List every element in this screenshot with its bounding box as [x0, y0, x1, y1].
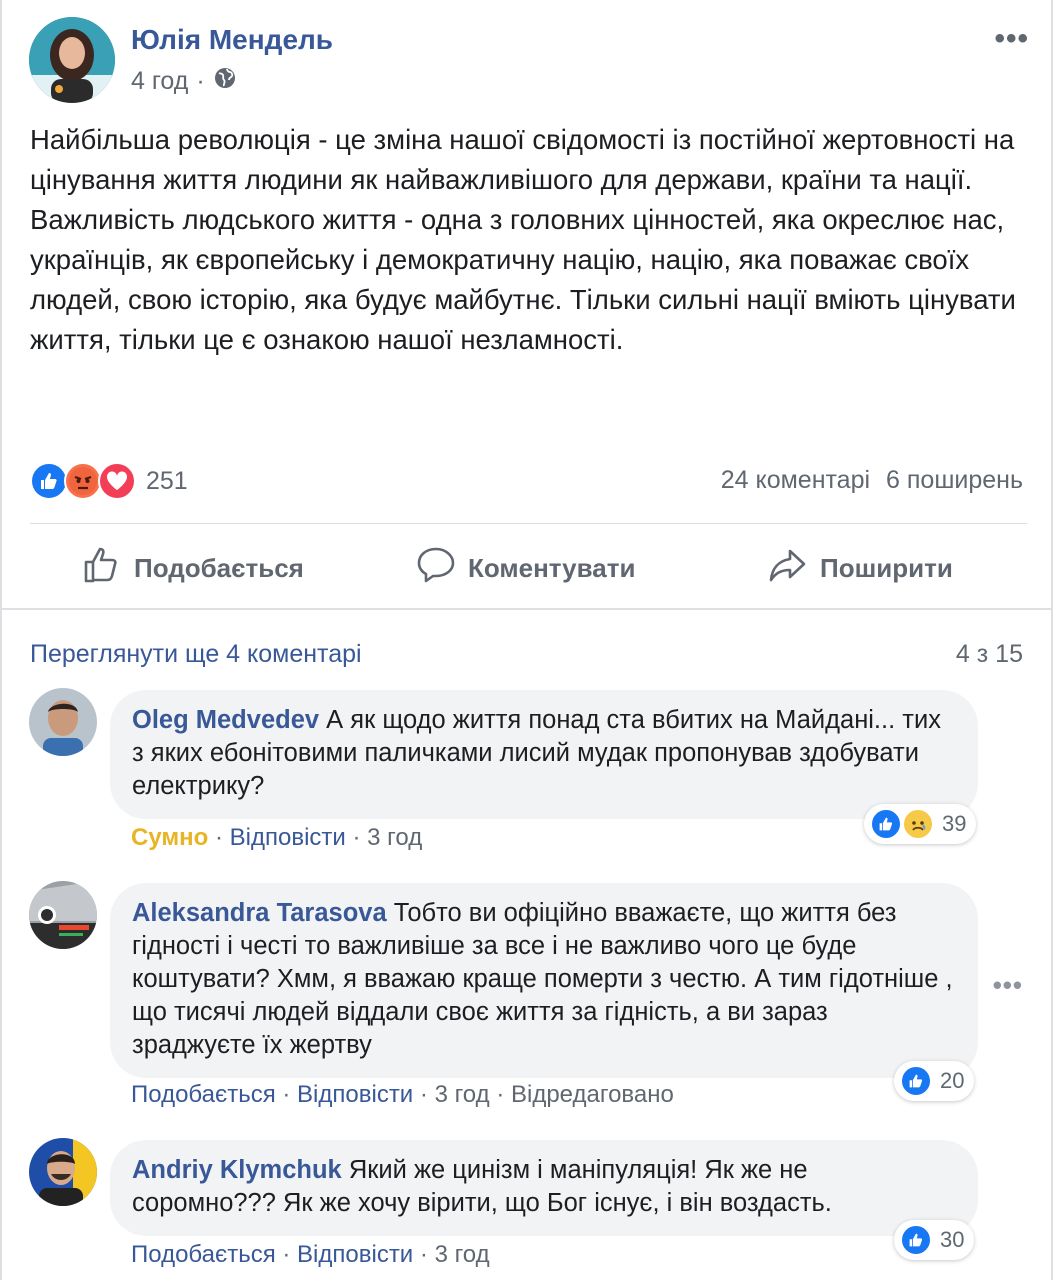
comment-reaction-count: 30 [940, 1227, 965, 1252]
post-paragraph: Важливість людського життя - одна з голо… [30, 204, 1016, 355]
post-card: Юлія Мендель 4 год · ••• Найбільша револ… [0, 0, 1053, 1280]
post-time[interactable]: 4 год [131, 67, 188, 96]
post-paragraph: Найбільша революція - це зміна нашої сві… [30, 124, 1015, 195]
comment-time[interactable]: 3 год [435, 1241, 490, 1268]
post-stats: 24 коментарі 6 поширень [721, 466, 1023, 495]
divider [30, 523, 1027, 524]
separator: · [419, 1241, 435, 1268]
comment-button[interactable]: Коментувати [416, 545, 635, 592]
reply-link[interactable]: Відповісти [297, 1081, 413, 1108]
commenter-avatar[interactable] [29, 881, 97, 949]
speech-bubble-icon [416, 545, 456, 592]
author-avatar[interactable] [29, 17, 115, 103]
comment-bubble: Aleksandra Tarasova Тобто ви офіційно вв… [110, 883, 978, 1078]
comment-actions: Сумно · Відповісти · 3 год [131, 824, 422, 852]
comments-pager: 4 з 15 [955, 640, 1023, 668]
edited-label[interactable]: Відредаговано [511, 1081, 674, 1108]
like-button[interactable]: Подобається [82, 545, 304, 592]
separator: · [352, 824, 368, 851]
post-text: Найбільша революція - це зміна нашої сві… [30, 120, 1030, 360]
comment-time[interactable]: 3 год [435, 1081, 490, 1108]
comment-actions: Подобається · Відповісти · 3 год [131, 1241, 490, 1269]
like-reaction-icon [900, 1065, 932, 1097]
commenter-name[interactable]: Andriy Klymchuk [132, 1156, 342, 1184]
comment-reactions[interactable]: 20 [894, 1061, 975, 1101]
reply-link[interactable]: Відповісти [230, 824, 346, 851]
separator: · [282, 1081, 298, 1108]
comment-bubble: Andriy Klymchuk Який же цинізм і маніпул… [110, 1140, 978, 1236]
separator: · [496, 1081, 511, 1108]
sad-reaction-icon [902, 808, 934, 840]
like-reaction-icon [870, 808, 902, 840]
reply-link[interactable]: Відповісти [297, 1241, 413, 1268]
comments-count[interactable]: 24 коментарі [721, 466, 870, 495]
love-reaction-icon [98, 462, 136, 500]
like-label: Подобається [134, 553, 304, 583]
commenter-name[interactable]: Aleksandra Tarasova [132, 899, 387, 927]
like-reaction-icon [900, 1224, 932, 1256]
comment-bubble: Oleg Medvedev А як щодо життя понад ста … [110, 690, 978, 819]
reactions-summary[interactable]: 251 [30, 462, 188, 500]
comment-reactions[interactable]: 39 [864, 804, 977, 844]
comment-reactions[interactable]: 30 [894, 1220, 975, 1260]
like-reaction-icon [30, 462, 68, 500]
view-more-comments-link[interactable]: Переглянути ще 4 коментарі [30, 640, 362, 669]
share-button[interactable]: Поширити [768, 545, 953, 592]
like-link[interactable]: Подобається [131, 1241, 276, 1268]
post-meta: 4 год · [131, 66, 237, 97]
separator: · [419, 1081, 435, 1108]
separator: · [214, 824, 230, 851]
meta-separator: · [196, 67, 205, 95]
globe-icon [213, 66, 237, 97]
thumbs-up-icon [82, 545, 122, 592]
comment-actions: Подобається · Відповісти · 3 год · Відре… [131, 1081, 674, 1109]
angry-reaction-icon [64, 462, 102, 500]
reaction-count[interactable]: 251 [146, 467, 188, 496]
comment-reaction-count: 20 [940, 1068, 965, 1093]
commenter-name[interactable]: Oleg Medvedev [132, 706, 319, 734]
share-arrow-icon [768, 545, 808, 592]
like-link[interactable]: Подобається [131, 1081, 276, 1108]
post-options-icon[interactable]: ••• [994, 22, 1029, 56]
shares-count[interactable]: 6 поширень [886, 466, 1023, 495]
comment-options-icon[interactable]: ••• [993, 970, 1023, 1001]
reaction-label[interactable]: Сумно [131, 824, 208, 851]
comment-reaction-count: 39 [942, 811, 967, 836]
section-separator [2, 608, 1053, 610]
comment-time[interactable]: 3 год [367, 824, 422, 851]
post-author-name[interactable]: Юлія Мендель [131, 24, 333, 56]
separator: · [282, 1241, 298, 1268]
commenter-avatar[interactable] [29, 1138, 97, 1206]
commenter-avatar[interactable] [29, 688, 97, 756]
share-label: Поширити [820, 553, 953, 583]
comment-label: Коментувати [468, 553, 636, 583]
